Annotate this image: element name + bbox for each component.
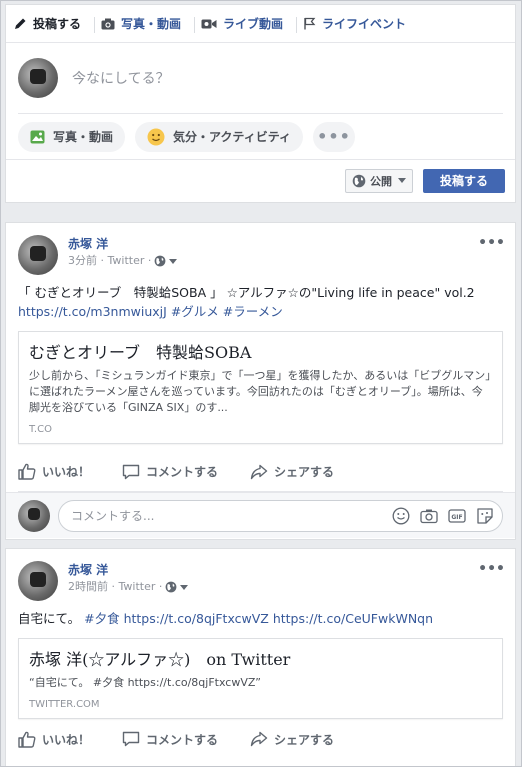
post-text: 「 むぎとオリーブ 特製蛤SOBA 」 ☆アルファ☆の"Living life … [18, 285, 475, 300]
share-button[interactable]: シェアする [250, 731, 334, 748]
feed-post: 赤塚 洋 3分前 · Twitter · ••• 「 むぎとオリーブ 特製蛤SO… [5, 222, 516, 540]
share-label: シェアする [274, 465, 335, 479]
feed-post: 赤塚 洋 2時間前 · Twitter · ••• 自宅にて。 #夕食 http… [5, 548, 516, 767]
comment-composer: コメントする... GIF [6, 492, 515, 538]
chevron-down-icon [398, 178, 406, 183]
globe-icon[interactable] [154, 255, 166, 267]
card-source: TWITTER.COM [29, 699, 100, 710]
flag-icon [303, 17, 316, 30]
feeling-activity-label: 気分・アクティビティ [173, 130, 291, 144]
chevron-down-icon[interactable] [169, 258, 178, 264]
emoji-icon[interactable] [392, 507, 410, 525]
globe-icon [352, 174, 366, 188]
like-label: いいね！ [42, 465, 91, 479]
chevron-down-icon[interactable] [180, 584, 189, 590]
hashtag-link[interactable]: #夕食 [84, 611, 119, 626]
comment-button[interactable]: コメントする [122, 731, 218, 748]
thumbs-up-icon [18, 463, 36, 480]
comment-icon [122, 464, 140, 480]
globe-icon[interactable] [165, 581, 177, 593]
tab-life-event[interactable]: ライフイベント [303, 5, 420, 43]
status-input[interactable]: 今なにしてる？ [72, 68, 170, 88]
thumbs-up-icon [18, 731, 36, 748]
post-body: 自宅にて。 #夕食 https://t.co/8qjFtxcwVZ https:… [6, 601, 515, 628]
post-composer: 投稿する 写真・動画 ライブ動画 ライフイベント 今なにしてる？ 写真・動画 気… [5, 4, 516, 203]
feeling-activity-button[interactable]: 気分・アクティビティ [135, 121, 303, 152]
post-meta: 3分前 · Twitter · [68, 253, 178, 269]
card-source: T.CO [29, 424, 52, 435]
svg-text:GIF: GIF [451, 514, 462, 521]
tab-photo-video[interactable]: 写真・動画 [101, 5, 196, 43]
post-link[interactable]: https://t.co/8qjFtxcwVZ [124, 611, 269, 626]
post-text: 自宅にて。 [18, 611, 85, 626]
post-button[interactable]: 投稿する [423, 168, 505, 193]
like-button[interactable]: いいね！ [18, 463, 90, 480]
post-source: Twitter [107, 254, 145, 267]
more-options-button[interactable]: ••• [312, 121, 355, 152]
author-name[interactable]: 赤塚 洋 [68, 561, 188, 579]
post-link[interactable]: https://t.co/m3nmwiuxjJ [18, 304, 167, 319]
tab-photo-video-label: 写真・動画 [121, 17, 182, 31]
card-title: 赤塚 洋(☆アルファ☆) on Twitter [29, 650, 291, 669]
tab-create-post[interactable]: 投稿する [14, 5, 96, 43]
camera-icon [101, 18, 115, 30]
tab-life-event-label: ライフイベント [322, 17, 407, 31]
post-time[interactable]: 3分前 [68, 253, 97, 269]
post-actions: いいね！ コメントする シェアする [18, 719, 503, 759]
avatar[interactable] [18, 561, 58, 601]
tab-create-post-label: 投稿する [33, 17, 82, 31]
share-icon [250, 731, 268, 747]
post-meta: 2時間前 · Twitter · [68, 579, 189, 595]
add-photo-label: 写真・動画 [53, 130, 114, 144]
post-body: 「 むぎとオリーブ 特製蛤SOBA 」 ☆アルファ☆の"Living life … [6, 275, 515, 321]
author-name[interactable]: 赤塚 洋 [68, 235, 177, 253]
add-photo-button[interactable]: 写真・動画 [18, 121, 126, 152]
like-button[interactable]: いいね！ [18, 731, 90, 748]
comment-label: コメントする [146, 465, 219, 479]
comment-label: コメントする [146, 732, 219, 747]
tab-live-video-label: ライブ動画 [223, 17, 284, 31]
avatar[interactable] [18, 235, 58, 275]
post-header: 赤塚 洋 2時間前 · Twitter · ••• [6, 549, 515, 601]
avatar [18, 58, 58, 98]
composer-footer: 公開 投稿する [6, 159, 515, 201]
comment-button[interactable]: コメントする [122, 463, 218, 480]
composer-body[interactable]: 今なにしてる？ [6, 43, 515, 113]
link-preview-card[interactable]: 赤塚 洋(☆アルファ☆) on Twitter “自宅にて。 #夕食 https… [18, 638, 503, 719]
sticker-icon[interactable] [476, 507, 494, 525]
share-icon [250, 464, 268, 480]
post-header: 赤塚 洋 3分前 · Twitter · ••• [6, 223, 515, 275]
comment-icon [122, 731, 140, 747]
card-title: むぎとオリーブ 特製蛤SOBA [29, 343, 252, 362]
share-label: シェアする [274, 732, 335, 747]
post-source: Twitter [118, 580, 156, 593]
post-options-icon[interactable]: ••• [478, 235, 505, 251]
card-description: “自宅にて。 #夕食 https://t.co/8qjFtxcwVZ” [29, 676, 261, 689]
post-actions: いいね！ コメントする シェアする [18, 452, 503, 492]
gif-icon[interactable]: GIF [448, 507, 466, 525]
post-time[interactable]: 2時間前 [68, 579, 108, 595]
privacy-label: 公開 [370, 174, 392, 188]
post-link[interactable]: https://t.co/CeUFwkWNqn [273, 611, 433, 626]
post-options-icon[interactable]: ••• [478, 561, 505, 577]
comment-placeholder: コメントする... [71, 509, 155, 523]
smiley-icon [147, 128, 165, 146]
card-description: 少し前から、「ミシュランガイド東京」で「一つ星」を獲得したか、あるいは「ビブグル… [29, 369, 491, 414]
comment-input[interactable]: コメントする... GIF [58, 499, 503, 532]
hashtag-link[interactable]: #グルメ [171, 304, 219, 319]
camera-icon[interactable] [420, 507, 438, 525]
tab-live-video[interactable]: ライブ動画 [201, 5, 298, 43]
share-button[interactable]: シェアする [250, 463, 334, 480]
composer-actions: 写真・動画 気分・アクティビティ ••• [18, 113, 503, 159]
pencil-icon [14, 17, 27, 30]
composer-tabs: 投稿する 写真・動画 ライブ動画 ライフイベント [6, 5, 515, 43]
more-icon: ••• [317, 127, 351, 146]
privacy-selector[interactable]: 公開 [345, 168, 413, 193]
hashtag-link[interactable]: #ラーメン [223, 304, 283, 319]
like-label: いいね！ [42, 732, 91, 747]
photo-icon [30, 130, 45, 144]
link-preview-card[interactable]: むぎとオリーブ 特製蛤SOBA 少し前から、「ミシュランガイド東京」で「一つ星」… [18, 331, 503, 444]
avatar [18, 499, 50, 532]
video-camera-icon [201, 18, 217, 30]
